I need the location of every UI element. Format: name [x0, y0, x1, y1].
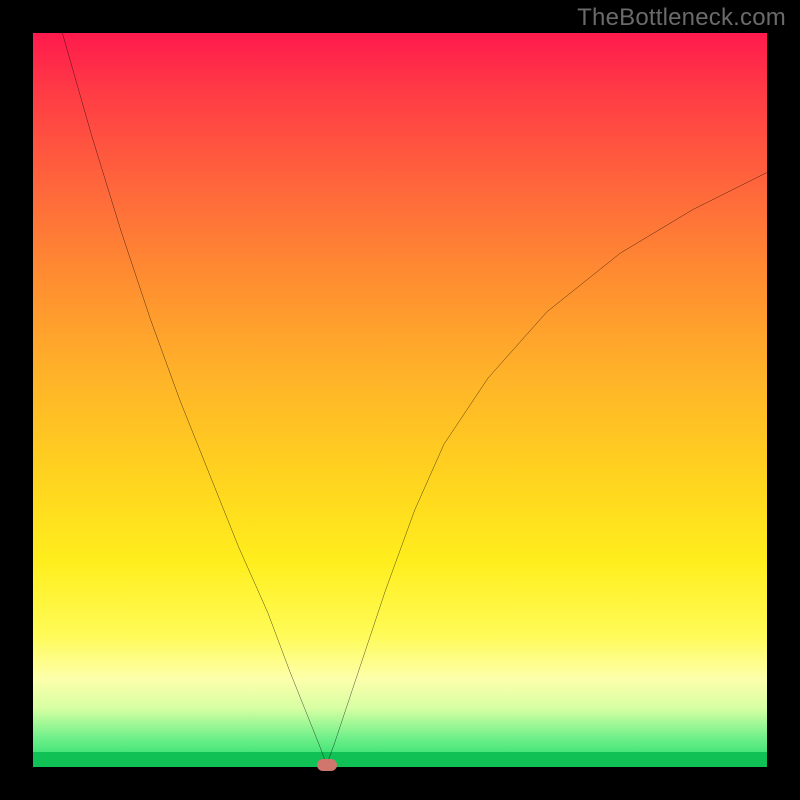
bottleneck-curve [33, 33, 767, 767]
plot-area [33, 33, 767, 767]
curve-path [62, 33, 767, 765]
optimum-marker [317, 759, 337, 771]
chart-frame: TheBottleneck.com [0, 0, 800, 800]
watermark-text: TheBottleneck.com [577, 4, 786, 32]
